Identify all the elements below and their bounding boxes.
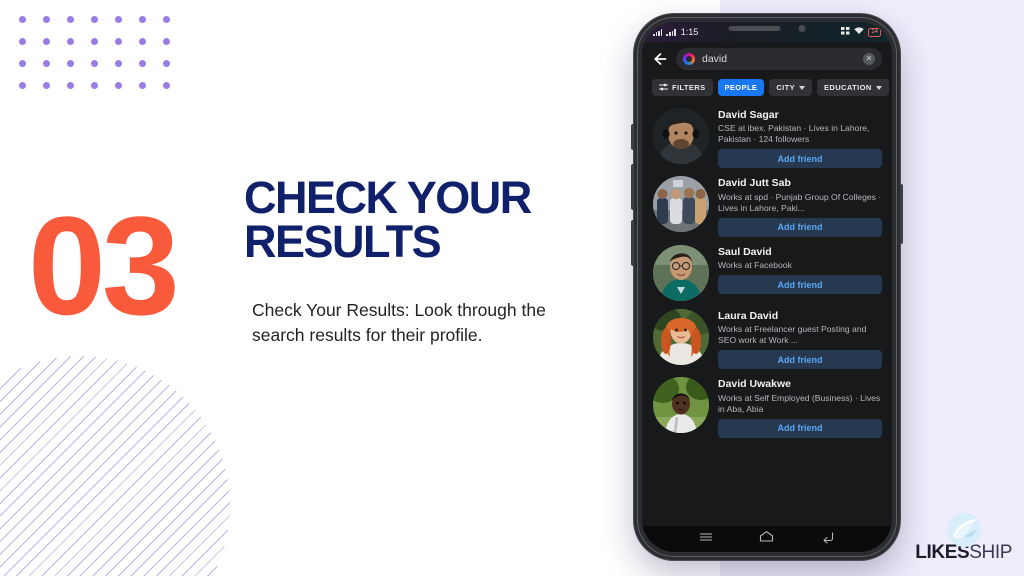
add-friend-button[interactable]: Add friend xyxy=(718,418,882,438)
avatar[interactable] xyxy=(653,308,709,365)
list-item[interactable]: David Jutt Sab Works at spd · Punjab Gro… xyxy=(642,172,892,240)
add-friend-button[interactable]: Add friend xyxy=(718,149,882,169)
result-subtitle: Works at Freelancer guest Posting and SE… xyxy=(718,324,867,346)
result-subtitle: Works at Facebook xyxy=(718,260,792,271)
add-friend-button[interactable]: Add friend xyxy=(718,275,882,295)
chip-people[interactable]: PEOPLE xyxy=(717,79,765,96)
result-name: David Jutt Sab xyxy=(718,177,791,190)
phone-volume-up-button[interactable] xyxy=(631,164,634,210)
list-item[interactable]: David Uwakwe Works at Self Employed (Bus… xyxy=(642,373,892,441)
recent-apps-icon[interactable] xyxy=(699,530,713,549)
sliders-icon xyxy=(659,83,668,93)
list-item[interactable]: Saul David Works at Facebook Add friend xyxy=(642,241,892,305)
result-name: David Sagar xyxy=(718,109,779,121)
list-item[interactable]: David Sagar CSE at ibex. Pakistan · Live… xyxy=(642,104,892,172)
phone-screen: 1:15 14 david ✕ FILTERS PEOPLE CITY EDUC… xyxy=(642,22,892,552)
avatar[interactable] xyxy=(653,377,709,434)
chip-city[interactable]: CITY xyxy=(769,79,813,96)
signal-bars-icon-2 xyxy=(666,28,676,36)
result-subtitle: Works at spd · Punjab Group Of Colleges … xyxy=(718,191,882,213)
back-arrow-icon[interactable] xyxy=(652,51,668,67)
brand-name-light: SHIP xyxy=(969,542,1012,563)
signal-bars-icon xyxy=(653,28,663,36)
search-results-list[interactable]: David Sagar CSE at ibex. Pakistan · Live… xyxy=(642,104,892,528)
brand-logo: LIKESSHIP xyxy=(915,513,1012,564)
avatar[interactable] xyxy=(653,244,709,301)
chip-education-label: EDUCATION xyxy=(824,83,872,92)
filter-chip-bar: FILTERS PEOPLE CITY EDUCATION xyxy=(642,77,892,104)
meta-ai-ring-icon[interactable] xyxy=(683,53,695,65)
search-input[interactable]: david ✕ xyxy=(676,48,882,70)
page-title: CHECK YOUR RESULTS xyxy=(244,172,532,268)
phone-volume-down-button[interactable] xyxy=(631,220,634,266)
chip-people-label: PEOPLE xyxy=(724,83,758,92)
result-name: David Uwakwe xyxy=(718,378,791,391)
chip-filters[interactable]: FILTERS xyxy=(652,79,713,96)
whale-icon xyxy=(946,513,981,547)
striped-circle-decoration xyxy=(0,356,230,576)
avatar[interactable] xyxy=(653,176,709,233)
earpiece-speaker xyxy=(728,26,781,31)
search-query-text[interactable]: david xyxy=(702,53,856,65)
slide-canvas: 03 CHECK YOUR RESULTS Check Your Results… xyxy=(0,0,1024,576)
screen-cast-icon xyxy=(841,27,850,37)
status-time: 1:15 xyxy=(680,27,699,37)
phone-mockup: 1:15 14 david ✕ FILTERS PEOPLE CITY EDUC… xyxy=(631,14,903,560)
battery-indicator: 14 xyxy=(868,27,881,37)
add-friend-button[interactable]: Add friend xyxy=(718,217,882,237)
chip-education[interactable]: EDUCATION xyxy=(817,79,889,96)
result-subtitle: Works at Self Employed (Business) · Live… xyxy=(718,392,881,414)
android-nav-bar xyxy=(642,526,892,552)
step-number: 03 xyxy=(28,187,180,344)
status-bar: 1:15 14 xyxy=(642,22,892,42)
clear-x-icon[interactable]: ✕ xyxy=(863,53,875,65)
dot-grid-decoration xyxy=(10,8,178,96)
result-name: Laura David xyxy=(718,309,779,322)
chip-city-label: CITY xyxy=(776,83,796,92)
list-item[interactable]: Laura David Works at Freelancer guest Po… xyxy=(642,305,892,373)
result-name: Saul David xyxy=(718,245,772,258)
chevron-down-icon-2 xyxy=(875,85,882,90)
search-bar: david ✕ xyxy=(642,42,892,77)
back-nav-icon[interactable] xyxy=(821,530,835,549)
home-icon[interactable] xyxy=(759,530,774,549)
wifi-icon xyxy=(854,27,865,37)
avatar[interactable] xyxy=(653,108,709,164)
dynamic-island xyxy=(728,25,806,32)
result-subtitle: CSE at ibex. Pakistan · Lives in Lahore,… xyxy=(718,123,870,145)
add-friend-button[interactable]: Add friend xyxy=(718,350,882,370)
body-text: Check Your Results: Look through the sea… xyxy=(252,300,546,346)
front-camera xyxy=(798,25,806,32)
phone-power-button[interactable] xyxy=(900,184,903,244)
phone-mute-switch[interactable] xyxy=(631,124,634,150)
chip-filters-label: FILTERS xyxy=(672,83,706,92)
chevron-down-icon xyxy=(799,85,806,90)
